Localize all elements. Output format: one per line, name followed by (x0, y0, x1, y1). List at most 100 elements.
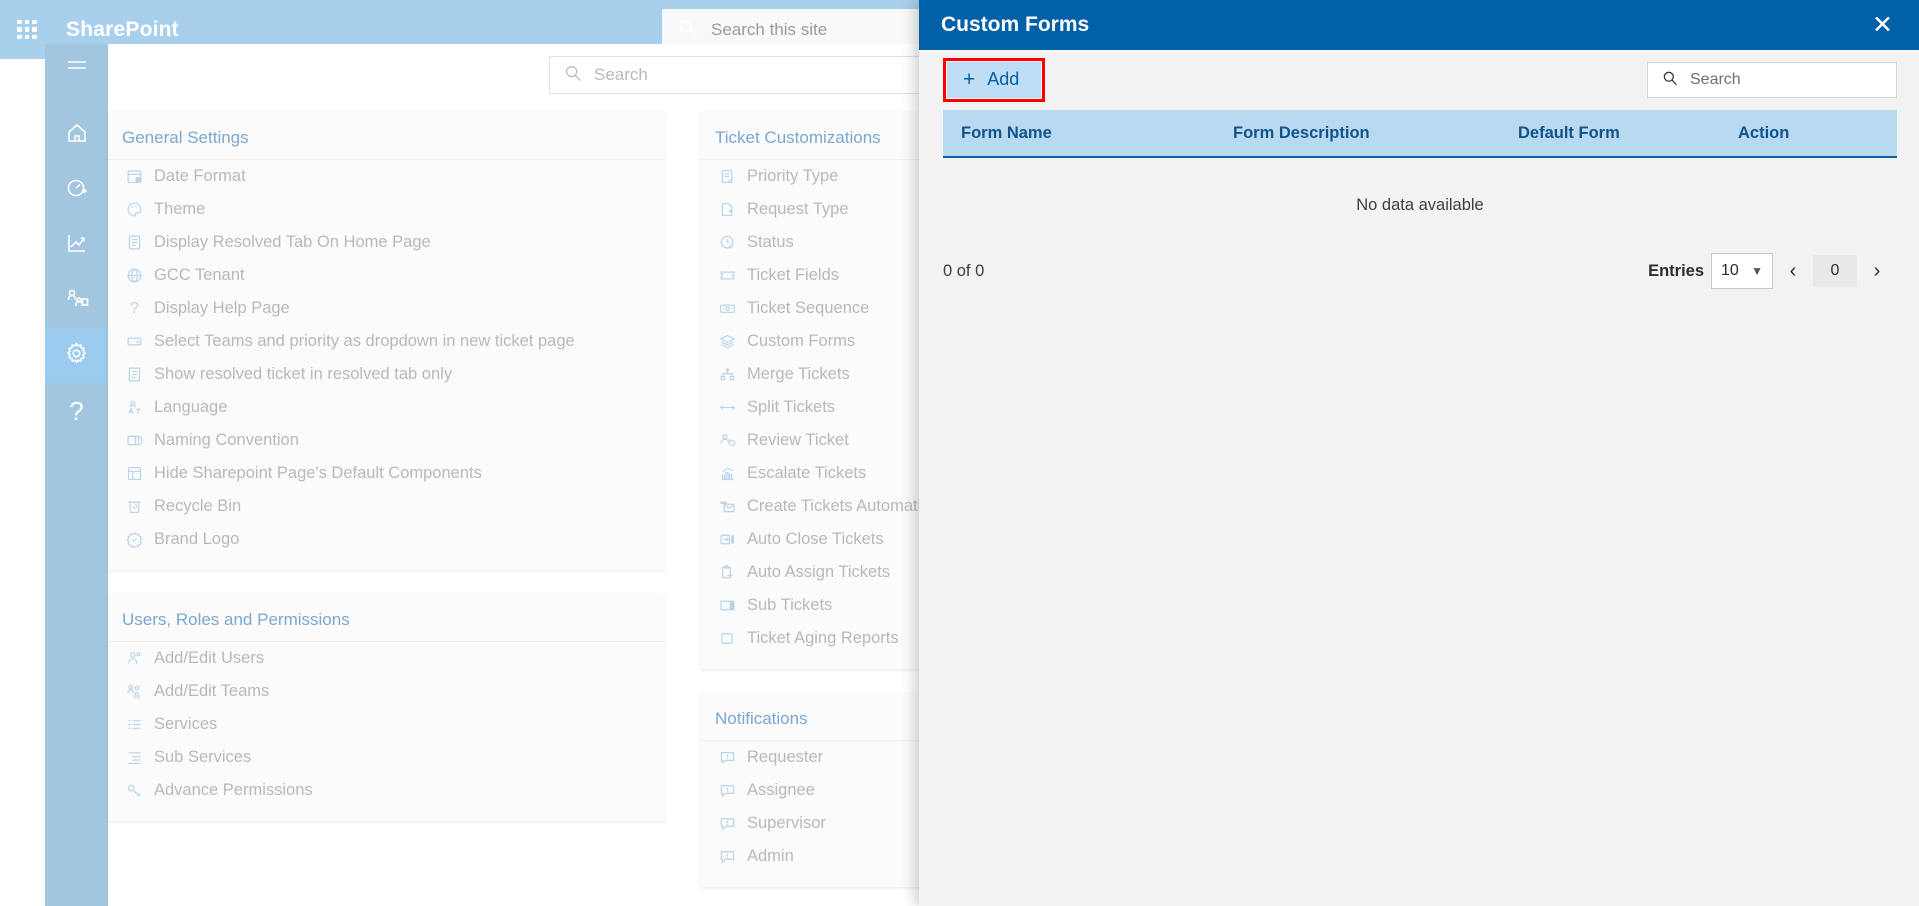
setting-sub-services[interactable]: Sub Services (108, 741, 665, 774)
panel-search-input[interactable]: Search (1647, 62, 1897, 98)
setting-label: Split Tickets (747, 398, 835, 417)
setting-label: Supervisor (747, 814, 826, 833)
entries-label: Entries (1648, 262, 1704, 281)
setting-auto-close-tickets[interactable]: Auto Close Tickets (701, 523, 933, 556)
current-page[interactable]: 0 (1813, 255, 1857, 287)
close-icon[interactable]: ✕ (1864, 9, 1901, 42)
column-header-default-form[interactable]: Default Form (1518, 124, 1738, 143)
trend-up-icon (719, 465, 736, 482)
sidebar-item-reports[interactable] (45, 218, 108, 273)
setting-notify-supervisor[interactable]: Supervisor (701, 807, 933, 840)
setting-label: Ticket Aging Reports (747, 629, 899, 648)
setting-naming-convention[interactable]: Naming Convention (108, 424, 665, 457)
setting-date-format[interactable]: Date Format (108, 160, 665, 193)
panel-toolbar: + Add Search (919, 50, 1919, 110)
left-rail: ? (45, 44, 108, 906)
chevron-down-icon: ▼ (1751, 264, 1763, 278)
sidebar-item-teams[interactable] (45, 273, 108, 328)
question-mark-icon: ? (126, 300, 143, 317)
people-group-icon (65, 286, 89, 315)
setting-language[interactable]: Language (108, 391, 665, 424)
setting-add-edit-users[interactable]: Add/Edit Users (108, 642, 665, 675)
setting-split-tickets[interactable]: Split Tickets (701, 391, 933, 424)
setting-ticket-fields[interactable]: Ticket Fields (701, 259, 933, 292)
setting-label: Hide Sharepoint Page's Default Component… (154, 464, 482, 483)
sidebar-item-home[interactable] (45, 108, 108, 163)
setting-recycle-bin[interactable]: Recycle Bin (108, 490, 665, 523)
translate-icon (126, 399, 143, 416)
panel-search-placeholder: Search (1690, 71, 1741, 89)
chevron-left-icon[interactable]: ‹ (1773, 253, 1813, 289)
setting-merge-tickets[interactable]: Merge Tickets (701, 358, 933, 391)
sidebar-item-settings[interactable] (45, 328, 108, 383)
sharepoint-brand[interactable]: SharePoint (66, 18, 179, 42)
setting-label: Merge Tickets (747, 365, 850, 384)
setting-status[interactable]: Status (701, 226, 933, 259)
setting-auto-assign-tickets[interactable]: Auto Assign Tickets (701, 556, 933, 589)
setting-label: Add/Edit Users (154, 649, 264, 668)
setting-notify-admin[interactable]: Admin (701, 840, 933, 873)
setting-review-ticket[interactable]: Review Ticket (701, 424, 933, 457)
setting-label: Show resolved ticket in resolved tab onl… (154, 365, 452, 384)
comment-alert-icon (719, 815, 736, 832)
setting-escalate-tickets[interactable]: Escalate Tickets (701, 457, 933, 490)
setting-hide-sharepoint-components[interactable]: Hide Sharepoint Page's Default Component… (108, 457, 665, 490)
comment-alert-icon (719, 749, 736, 766)
sidebar-item-hamburger[interactable] (45, 44, 108, 90)
search-placeholder: Search (594, 65, 648, 85)
table-header-row: Form Name Form Description Default Form … (943, 110, 1897, 158)
person-refresh-icon (719, 432, 736, 449)
entries-per-page-select[interactable]: 10 ▼ (1711, 253, 1773, 289)
card-title: Users, Roles and Permissions (108, 594, 665, 642)
setting-add-edit-teams[interactable]: Add/Edit Teams (108, 675, 665, 708)
setting-label: Ticket Fields (747, 266, 839, 285)
setting-request-type[interactable]: Request Type (701, 193, 933, 226)
gauge-icon (65, 176, 89, 205)
setting-theme[interactable]: Theme (108, 193, 665, 226)
setting-brand-logo[interactable]: Brand Logo (108, 523, 665, 556)
setting-label: Brand Logo (154, 530, 239, 549)
setting-notify-requester[interactable]: Requester (701, 741, 933, 774)
clock-check-icon (719, 234, 736, 251)
palette-icon (126, 201, 143, 218)
list-icon (126, 716, 143, 733)
columns-icon (719, 597, 736, 614)
setting-ticket-aging-reports[interactable]: Ticket Aging Reports (701, 622, 933, 655)
setting-create-tickets-automatically[interactable]: Create Tickets Automati (701, 490, 933, 523)
setting-gcc-tenant[interactable]: GCC Tenant (108, 259, 665, 292)
setting-show-resolved-only[interactable]: Show resolved ticket in resolved tab onl… (108, 358, 665, 391)
setting-sub-tickets[interactable]: Sub Tickets (701, 589, 933, 622)
setting-label: Status (747, 233, 794, 252)
setting-display-resolved-tab[interactable]: Display Resolved Tab On Home Page (108, 226, 665, 259)
comment-alert-icon (719, 782, 736, 799)
column-header-form-name[interactable]: Form Name (943, 124, 1233, 143)
pagination-controls: Entries 10 ▼ ‹ 0 › (1648, 253, 1897, 289)
key-icon (126, 782, 143, 799)
setting-priority-type[interactable]: Priority Type (701, 160, 933, 193)
settings-columns: General Settings Date Format Theme Displ… (108, 112, 933, 906)
empty-state-message: No data available (943, 158, 1897, 215)
add-button[interactable]: + Add (947, 62, 1041, 98)
column-header-action[interactable]: Action (1738, 124, 1878, 143)
setting-advance-permissions[interactable]: Advance Permissions (108, 774, 665, 807)
search-icon (678, 18, 697, 42)
card-ticket-customizations: Ticket Customizations Priority Type Requ… (701, 112, 933, 669)
column-header-form-description[interactable]: Form Description (1233, 124, 1518, 143)
sidebar-item-dashboard[interactable] (45, 163, 108, 218)
sidebar-item-help[interactable]: ? (45, 383, 108, 438)
setting-custom-forms[interactable]: Custom Forms (701, 325, 933, 358)
page-layout-icon (126, 465, 143, 482)
app-launcher-icon[interactable] (14, 17, 40, 43)
calendar-clock-icon (126, 168, 143, 185)
forms-table: Form Name Form Description Default Form … (943, 110, 1897, 215)
site-search-placeholder: Search this site (711, 20, 827, 40)
setting-display-help-page[interactable]: ? Display Help Page (108, 292, 665, 325)
setting-teams-priority-dropdown[interactable]: Select Teams and priority as dropdown in… (108, 325, 665, 358)
setting-label: Admin (747, 847, 794, 866)
chevron-right-icon[interactable]: › (1857, 253, 1897, 289)
team-icon (126, 683, 143, 700)
setting-services[interactable]: Services (108, 708, 665, 741)
setting-notify-assignee[interactable]: Assignee (701, 774, 933, 807)
setting-ticket-sequence[interactable]: Ticket Sequence (701, 292, 933, 325)
merge-icon (719, 366, 736, 383)
